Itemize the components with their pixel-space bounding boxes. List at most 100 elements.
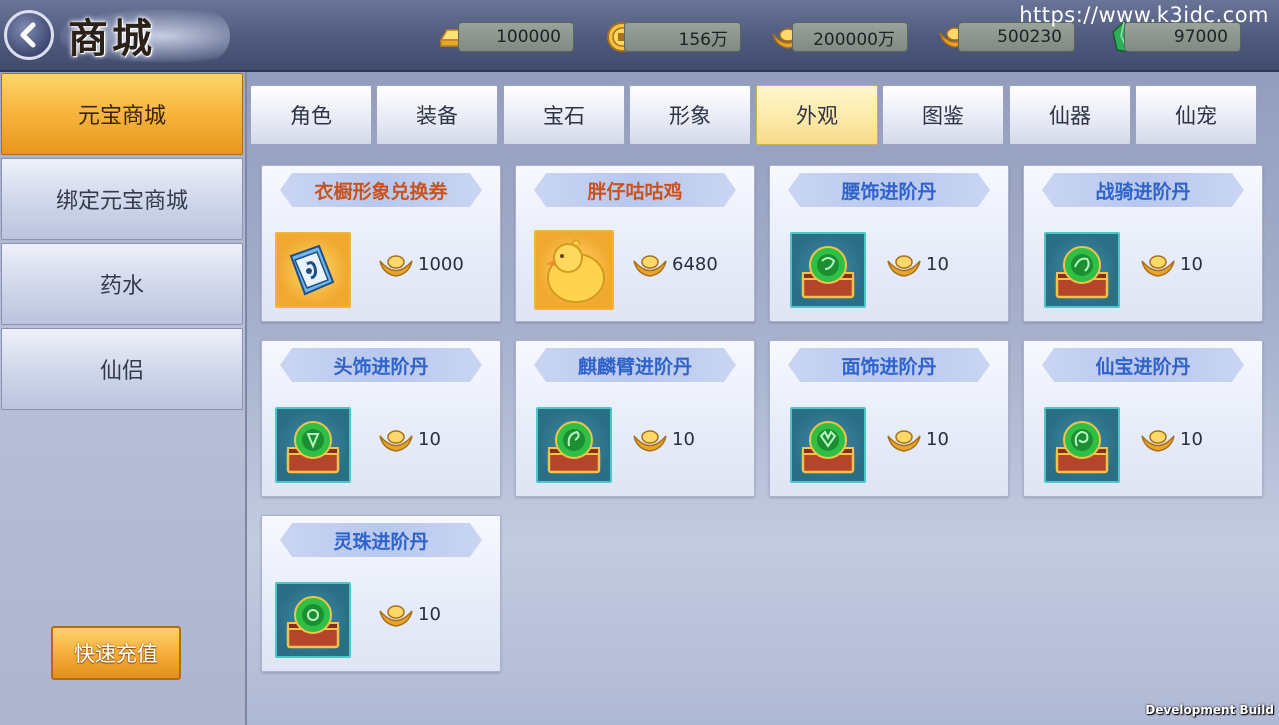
sidebar-item-companion[interactable]: 仙侣 [1,328,243,410]
item-price: 10 [886,249,949,279]
sidebar-item-bound-yuanbao-shop[interactable]: 绑定元宝商城 [1,158,243,240]
item-price: 10 [886,424,949,454]
item-name: 灵珠进阶丹 [333,530,429,553]
item-name: 战骑进阶丹 [1095,180,1191,203]
yuanbao-icon [379,605,413,627]
item-name-banner: 面饰进阶丹 [788,348,990,382]
shop-item-card[interactable]: 腰饰进阶丹 10 [769,165,1009,322]
tab-label: 宝石 [543,104,585,128]
tab-pet[interactable]: 仙宠 [1135,85,1257,145]
tab-character[interactable]: 角色 [250,85,372,145]
advance-chest-icon [536,407,612,483]
item-name-banner: 仙宝进阶丹 [1042,348,1244,382]
yuanbao-icon [379,255,413,277]
shop-item-card[interactable]: 灵珠进阶丹 10 [261,515,501,672]
item-name-banner: 腰饰进阶丹 [788,173,990,207]
item-name-banner: 灵珠进阶丹 [280,523,482,557]
advance-chest-icon [1044,407,1120,483]
tab-collection[interactable]: 图鉴 [882,85,1004,145]
advance-chest-icon [790,407,866,483]
currency-jade-value: 97000 [1173,27,1228,47]
shop-item-card[interactable]: 胖仔咕咕鸡 6480 [515,165,755,322]
item-name: 面饰进阶丹 [841,355,937,378]
sidebar-item-label: 元宝商城 [77,104,166,129]
back-button[interactable] [4,10,54,60]
tab-label: 仙宠 [1175,104,1217,128]
item-price: 10 [1140,249,1203,279]
item-price: 6480 [632,249,718,279]
item-price-value: 10 [926,428,949,450]
item-price: 10 [1140,424,1203,454]
currency-coin: 156万 [624,22,741,52]
yuanbao-icon [887,430,921,452]
tab-label: 装备 [416,104,458,128]
yuanbao-icon [633,255,667,277]
item-name: 衣橱形象兑换券 [314,180,448,203]
chubby-chick-icon [534,230,614,310]
item-name-banner: 衣橱形象兑换券 [280,173,482,207]
currency-coin-value: 156万 [678,29,728,50]
sidebar-item-label: 绑定元宝商城 [55,189,188,214]
tab-artifact[interactable]: 仙器 [1009,85,1131,145]
currency-bound-yuanbao-value: 500230 [997,27,1062,47]
item-price: 10 [378,599,441,629]
sidebar-item-label: 仙侣 [99,359,144,384]
item-price-value: 10 [418,428,441,450]
item-name-banner: 麒麟臂进阶丹 [534,348,736,382]
quick-recharge-button[interactable]: 快速充值 [51,626,181,680]
tab-gems[interactable]: 宝石 [503,85,625,145]
currency-yuanbao-value: 200000万 [813,29,895,50]
yuanbao-icon [379,430,413,452]
item-price: 10 [378,424,441,454]
yuanbao-icon [633,430,667,452]
tab-image[interactable]: 形象 [629,85,751,145]
tab-label: 图鉴 [922,104,964,128]
tab-equipment[interactable]: 装备 [376,85,498,145]
shop-item-card[interactable]: 衣橱形象兑换券 1000 [261,165,501,322]
item-price: 1000 [378,249,464,279]
item-name-banner: 头饰进阶丹 [280,348,482,382]
wardrobe-voucher-icon [275,232,351,308]
advance-chest-icon [275,582,351,658]
sidebar-item-yuanbao-shop[interactable]: 元宝商城 [1,73,243,155]
shop-item-card[interactable]: 头饰进阶丹 10 [261,340,501,497]
shop-item-card[interactable]: 面饰进阶丹 10 [769,340,1009,497]
currency-gold-bar-value: 100000 [496,27,561,47]
top-bar: 商城 100000 156万 200000万 500230 97000 http… [0,0,1279,72]
item-price: 10 [632,424,695,454]
item-price-value: 10 [1180,253,1203,275]
tab-label: 形象 [669,104,711,128]
item-price-value: 1000 [418,253,464,275]
item-price-value: 10 [672,428,695,450]
tab-label: 外观 [796,104,838,128]
quick-recharge-label: 快速充值 [74,642,158,666]
dev-build-label: Development Build [1145,703,1274,717]
page-title: 商城 [62,6,232,64]
item-name: 胖仔咕咕鸡 [587,180,683,203]
yuanbao-icon [1141,430,1175,452]
advance-chest-icon [275,407,351,483]
watermark-text: https://www.k3idc.com [1019,3,1269,27]
page-title-text: 商城 [68,15,156,62]
item-name: 麒麟臂进阶丹 [577,355,692,378]
shop-item-card[interactable]: 战骑进阶丹 10 [1023,165,1263,322]
item-price-value: 10 [418,603,441,625]
shop-item-card[interactable]: 仙宝进阶丹 10 [1023,340,1263,497]
sidebar: 元宝商城 绑定元宝商城 药水 仙侣 快速充值 [0,72,247,725]
currency-yuanbao: 200000万 [792,22,908,52]
tab-appearance[interactable]: 外观 [756,85,878,145]
item-name-banner: 战骑进阶丹 [1042,173,1244,207]
yuanbao-icon [887,255,921,277]
tab-label: 仙器 [1049,104,1091,128]
sidebar-item-label: 药水 [99,274,144,299]
advance-chest-icon [790,232,866,308]
sidebar-item-potions[interactable]: 药水 [1,243,243,325]
item-price-value: 6480 [672,253,718,275]
advance-chest-icon [1044,232,1120,308]
tab-label: 角色 [290,104,332,128]
item-price-value: 10 [926,253,949,275]
currency-gold-bar: 100000 [458,22,574,52]
item-name: 仙宝进阶丹 [1095,355,1191,378]
item-name: 头饰进阶丹 [333,355,429,378]
shop-item-card[interactable]: 麒麟臂进阶丹 10 [515,340,755,497]
